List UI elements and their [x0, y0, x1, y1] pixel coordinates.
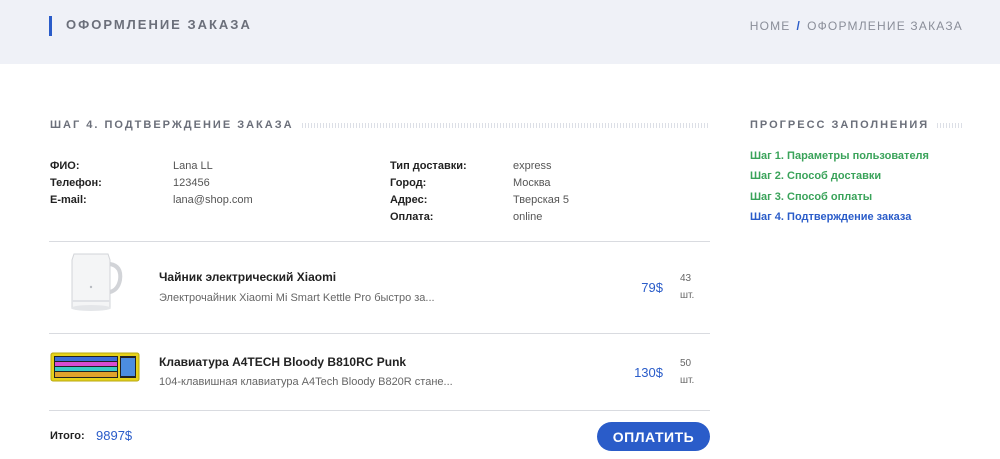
divider: [49, 241, 710, 242]
delivery-type-label: Тип доставки:: [390, 160, 467, 172]
total-label: Итого:: [50, 430, 85, 442]
progress-step-4[interactable]: Шаг 4. Подтверждение заказа: [750, 211, 911, 223]
order-section-title: ШАГ 4. ПОДТВЕРЖДЕНИЕ ЗАКАЗА: [50, 119, 294, 131]
city-value: Москва: [513, 177, 551, 189]
city-label: Город:: [390, 177, 427, 189]
breadcrumb-home-link[interactable]: HOME: [750, 19, 791, 33]
breadcrumb: HOME / ОФОРМЛЕНИЕ ЗАКАЗА: [750, 19, 963, 33]
progress-step-1[interactable]: Шаг 1. Параметры пользователя: [750, 150, 929, 162]
item-price: 130$: [634, 365, 663, 380]
phone-label: Телефон:: [50, 177, 102, 189]
item-description: 104-клавишная клавиатура A4Tech Bloody B…: [159, 376, 453, 388]
page-title: ОФОРМЛЕНИЕ ЗАКАЗА: [66, 17, 252, 32]
name-label: ФИО:: [50, 160, 80, 172]
item-qty-unit: шт.: [680, 290, 695, 301]
kettle-icon[interactable]: [60, 250, 132, 314]
item-price: 79$: [641, 280, 663, 295]
item-qty-unit: шт.: [680, 375, 695, 386]
item-name[interactable]: Чайник электрический Xiaomi: [159, 270, 336, 284]
pay-button[interactable]: ОПЛАТИТЬ: [597, 422, 710, 451]
email-label: E-mail:: [50, 194, 87, 206]
divider: [49, 333, 710, 334]
breadcrumb-current: ОФОРМЛЕНИЕ ЗАКАЗА: [807, 19, 963, 33]
address-label: Адрес:: [390, 194, 428, 206]
progress-step-3[interactable]: Шаг 3. Способ оплаты: [750, 191, 872, 203]
title-accent-bar: [49, 16, 52, 36]
item-quantity: 43 шт.: [680, 270, 704, 304]
progress-step-2[interactable]: Шаг 2. Способ доставки: [750, 170, 881, 182]
phone-value: 123456: [173, 177, 210, 189]
item-qty-value: 50: [680, 358, 692, 369]
item-quantity: 50 шт.: [680, 355, 704, 389]
name-value: Lana LL: [173, 160, 213, 172]
item-qty-value: 43: [680, 273, 692, 284]
breadcrumb-separator: /: [796, 19, 802, 33]
total-value: 9897$: [96, 428, 133, 443]
keyboard-icon[interactable]: [50, 350, 140, 384]
item-name[interactable]: Клавиатура A4TECH Bloody B810RC Punk: [159, 355, 406, 369]
email-value: lana@shop.com: [173, 194, 253, 206]
delivery-type-value: express: [513, 160, 552, 172]
payment-value: online: [513, 211, 543, 223]
order-section-heading: ШАГ 4. ПОДТВЕРЖДЕНИЕ ЗАКАЗА: [50, 119, 710, 131]
page-header: ОФОРМЛЕНИЕ ЗАКАЗА HOME / ОФОРМЛЕНИЕ ЗАКА…: [0, 0, 1000, 64]
item-description: Электрочайник Xiaomi Mi Smart Kettle Pro…: [159, 292, 435, 304]
divider: [49, 410, 710, 411]
progress-title: ПРОГРЕСС ЗАПОЛНЕНИЯ: [750, 119, 930, 131]
progress-heading: ПРОГРЕСС ЗАПОЛНЕНИЯ: [750, 119, 964, 131]
heading-decoration: [301, 122, 710, 128]
address-value: Тверская 5: [513, 194, 569, 206]
payment-label: Оплата:: [390, 211, 434, 223]
heading-decoration: [937, 122, 964, 128]
